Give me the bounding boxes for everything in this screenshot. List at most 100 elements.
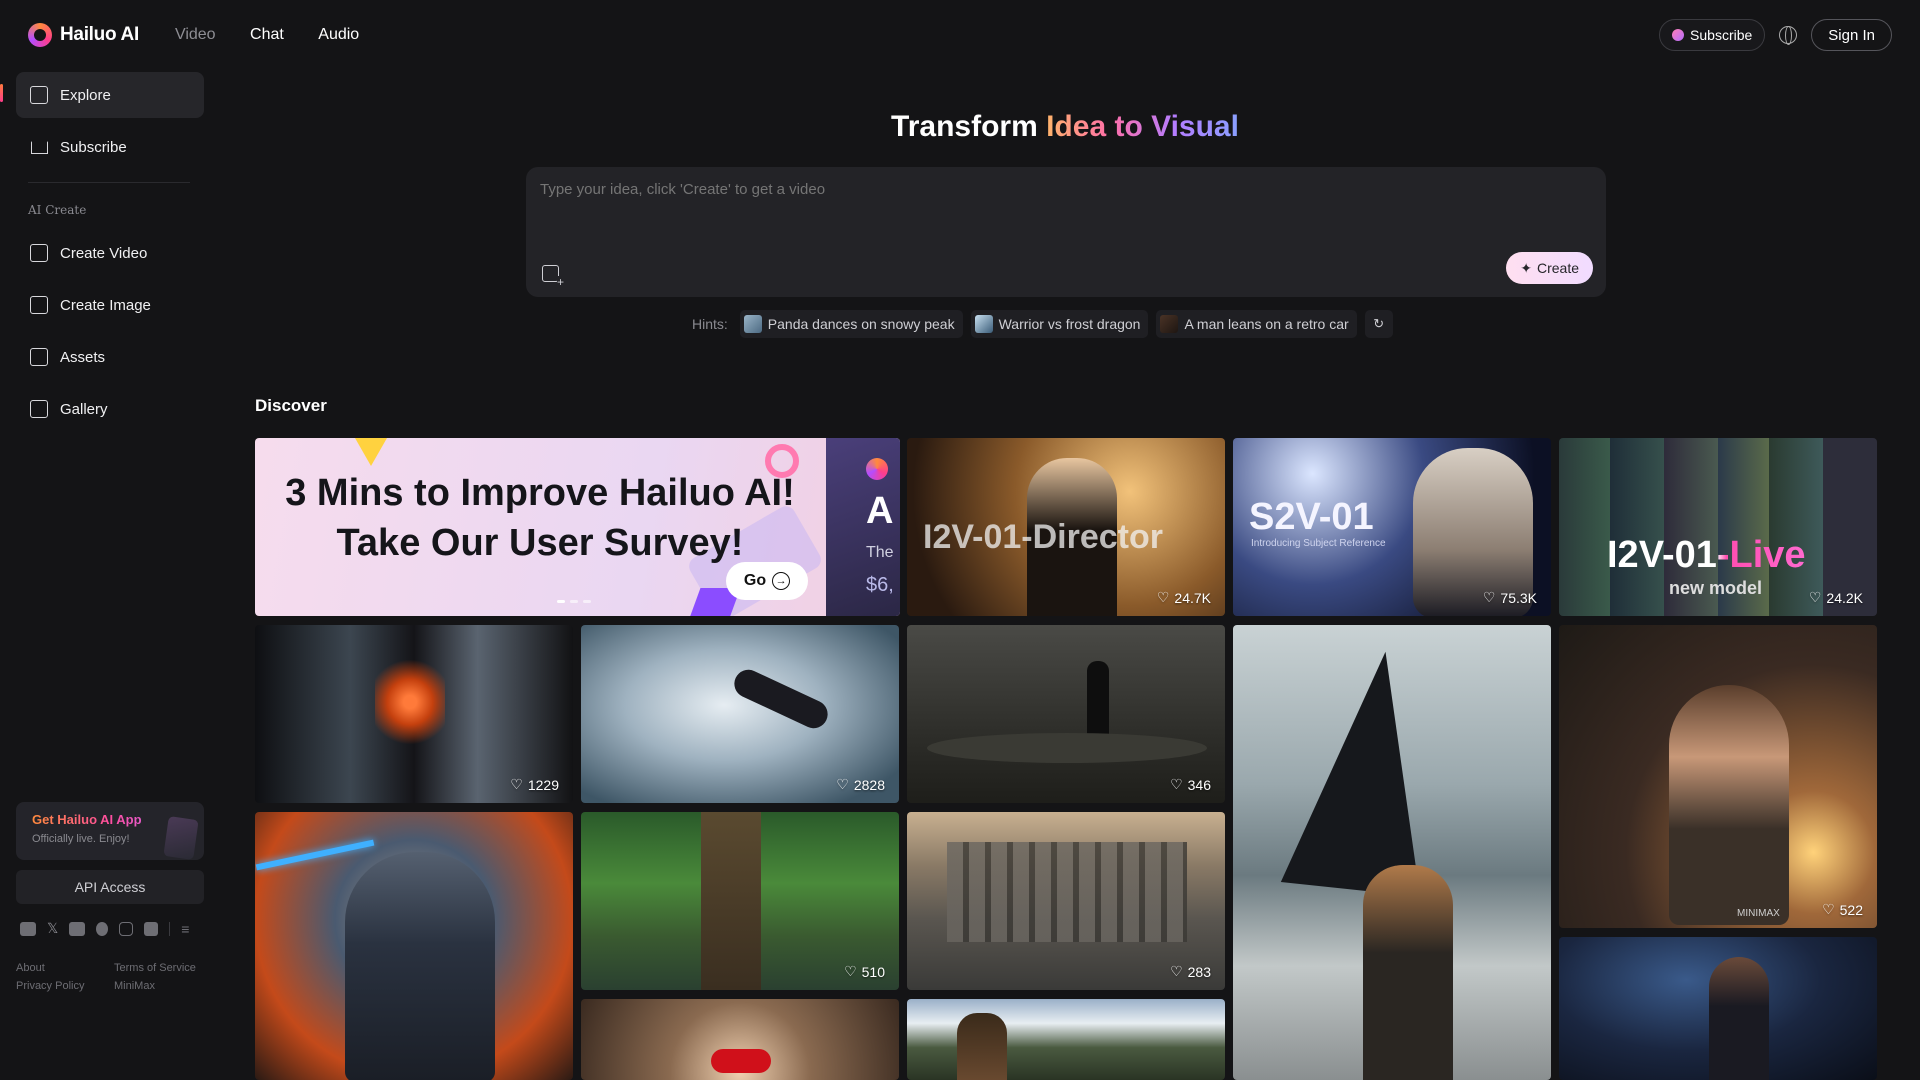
- video-card[interactable]: [907, 999, 1225, 1080]
- likes-count[interactable]: ♡ 24.7K: [1157, 589, 1211, 606]
- video-card[interactable]: [1559, 937, 1877, 1080]
- image-icon: [30, 296, 48, 314]
- hint-chip[interactable]: Warrior vs frost dragon: [970, 310, 1149, 338]
- logo-text: Hailuo AI: [60, 24, 139, 45]
- hero-title-plain: Transform: [891, 110, 1047, 143]
- carousel-dot[interactable]: [570, 600, 578, 603]
- sidebar-item-create-image[interactable]: Create Image: [16, 282, 204, 328]
- card-overlay-title: I2V-01-Live: [1607, 534, 1806, 577]
- nav-video[interactable]: Video: [175, 26, 216, 43]
- carousel-dot[interactable]: [557, 600, 565, 603]
- video-card[interactable]: I2V-01-Director ♡ 24.7K: [907, 438, 1225, 616]
- upload-image-icon[interactable]: [542, 265, 565, 288]
- sidebar-item-label: Explore: [60, 86, 111, 104]
- hint-text: Panda dances on snowy peak: [767, 316, 955, 332]
- hint-text: A man leans on a retro car: [1184, 316, 1349, 332]
- arrow-right-icon: →: [772, 572, 791, 590]
- social-links: 𝕏 ≡: [20, 920, 189, 937]
- subscribe-gem-icon: [1672, 29, 1685, 41]
- collapse-menu-icon[interactable]: ≡: [181, 921, 189, 937]
- prompt-input[interactable]: [540, 181, 1440, 198]
- sign-in-button[interactable]: Sign In: [1811, 19, 1892, 51]
- likes-count[interactable]: ♡ 2828: [836, 776, 885, 793]
- likes-count[interactable]: ♡ 283: [1170, 963, 1211, 980]
- sidebar-item-create-video[interactable]: Create Video: [16, 230, 204, 276]
- gallery-icon: [30, 400, 48, 418]
- heart-icon: ♡: [1482, 589, 1496, 605]
- youtube-icon[interactable]: [69, 921, 86, 936]
- banner-peek-title: A: [866, 490, 894, 532]
- banner-peek-amount: $6,: [866, 574, 894, 596]
- video-thumbnail: [375, 647, 445, 757]
- main-nav: Video Chat Audio: [175, 26, 389, 44]
- subscribe-button[interactable]: Subscribe: [1659, 19, 1766, 51]
- sidebar-section-heading: AI Create: [28, 203, 87, 217]
- video-card[interactable]: [581, 999, 899, 1080]
- linkedin-icon[interactable]: [144, 921, 159, 936]
- hint-chip[interactable]: Panda dances on snowy peak: [739, 310, 963, 338]
- likes-count[interactable]: ♡ 24.2K: [1809, 589, 1863, 606]
- likes-count[interactable]: ♡ 510: [844, 963, 885, 980]
- sidebar-item-label: Create Video: [60, 244, 148, 262]
- video-card[interactable]: ♡ 2828: [581, 625, 899, 803]
- sparkle-icon: ✦: [1520, 259, 1532, 276]
- video-card[interactable]: [255, 812, 573, 1080]
- nav-audio[interactable]: Audio: [318, 26, 359, 43]
- create-button[interactable]: ✦ Create: [1506, 252, 1593, 284]
- footer-minimax[interactable]: MiniMax: [114, 980, 214, 992]
- next-banner-peek[interactable]: A The $6,: [826, 438, 900, 616]
- sidebar-item-gallery[interactable]: Gallery: [16, 386, 204, 432]
- subscribe-button-label: Subscribe: [1690, 27, 1753, 43]
- sidebar-item-label: Create Image: [60, 296, 151, 314]
- likes-count[interactable]: ♡ 1229: [510, 776, 559, 793]
- video-card[interactable]: ♡ 510: [581, 812, 899, 990]
- card-overlay-title-text: I2V-01-Live: [1607, 534, 1806, 576]
- likes-value: 24.2K: [1826, 589, 1863, 606]
- likes-count[interactable]: ♡ 75.3K: [1483, 589, 1537, 606]
- logo[interactable]: Hailuo AI: [28, 23, 139, 47]
- likes-value: 75.3K: [1500, 589, 1537, 606]
- sidebar-item-label: Gallery: [60, 400, 108, 418]
- video-card[interactable]: MINIMAX ♡ 522: [1559, 625, 1877, 928]
- likes-count[interactable]: ♡ 346: [1170, 776, 1211, 793]
- footer-about[interactable]: About: [16, 962, 114, 974]
- prompt-box: ✦ Create: [526, 167, 1606, 297]
- video-thumbnail: [1669, 685, 1789, 925]
- banner-go-button[interactable]: Go →: [726, 562, 808, 600]
- video-card[interactable]: [1233, 625, 1551, 1080]
- tiktok-icon[interactable]: [96, 921, 109, 936]
- sidebar-item-assets[interactable]: Assets: [16, 334, 204, 380]
- instagram-icon[interactable]: [119, 921, 134, 936]
- hint-text: Warrior vs frost dragon: [998, 316, 1141, 332]
- video-card[interactable]: S2V-01 Introducing Subject Reference ♡ 75…: [1233, 438, 1551, 616]
- refresh-hints-icon[interactable]: ↻: [1364, 310, 1393, 338]
- video-thumbnail: [947, 842, 1187, 942]
- video-card[interactable]: I2V-01-Live new model ♡ 24.2K: [1559, 438, 1877, 616]
- watermark: MINIMAX: [1737, 908, 1780, 919]
- carousel-dot[interactable]: [583, 600, 591, 603]
- likes-value: 24.7K: [1174, 589, 1211, 606]
- footer-privacy[interactable]: Privacy Policy: [16, 980, 114, 992]
- nav-chat[interactable]: Chat: [250, 26, 284, 43]
- api-access-button[interactable]: API Access: [16, 870, 204, 904]
- heart-icon: ♡: [1156, 589, 1170, 605]
- video-card[interactable]: ♡ 283: [907, 812, 1225, 990]
- video-card[interactable]: ♡ 346: [907, 625, 1225, 803]
- phone-image: [163, 816, 199, 860]
- hints-label: Hints:: [692, 316, 728, 332]
- get-app-card[interactable]: Get Hailuo AI App Officially live. Enjoy…: [16, 802, 204, 860]
- video-thumbnail: [957, 1013, 1007, 1080]
- discover-heading: Discover: [255, 396, 327, 415]
- video-card[interactable]: ♡ 1229: [255, 625, 573, 803]
- video-thumbnail: [729, 665, 833, 733]
- hint-chip[interactable]: A man leans on a retro car: [1156, 310, 1357, 338]
- discord-icon[interactable]: [20, 921, 36, 936]
- banner-deco-triangle: [355, 438, 387, 466]
- banner-line-2: Take Our User Survey!: [336, 522, 744, 564]
- footer-terms[interactable]: Terms of Service: [114, 962, 214, 974]
- language-globe-icon[interactable]: [1779, 26, 1798, 45]
- survey-banner[interactable]: 3 Mins to Improve Hailuo AI! Take Our Us…: [255, 438, 900, 616]
- likes-count[interactable]: ♡ 522: [1822, 901, 1863, 918]
- footer-links: About Terms of Service Privacy Policy Mi…: [16, 962, 214, 992]
- x-icon[interactable]: 𝕏: [47, 920, 58, 937]
